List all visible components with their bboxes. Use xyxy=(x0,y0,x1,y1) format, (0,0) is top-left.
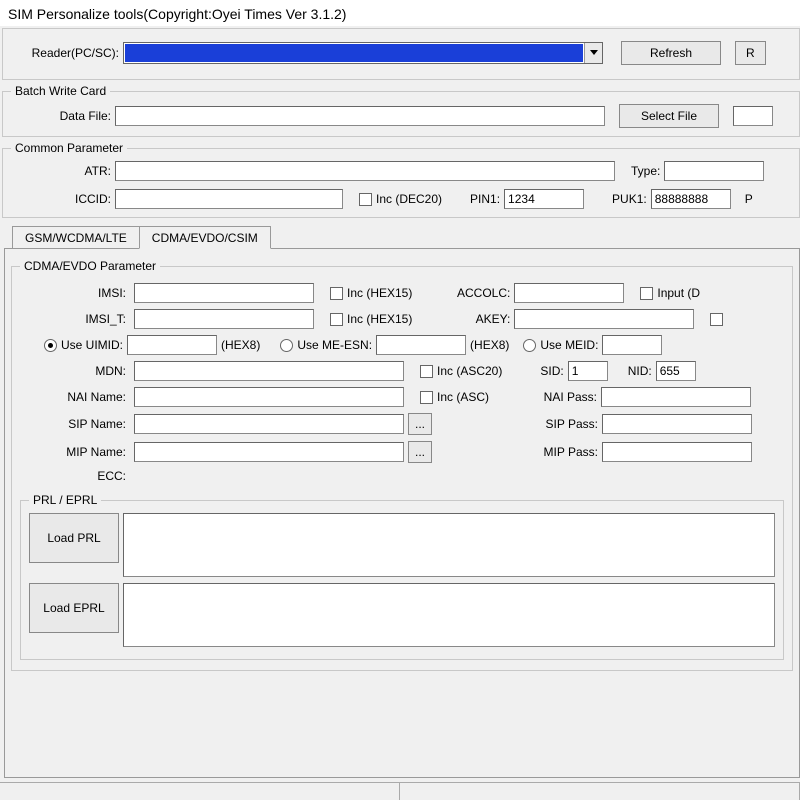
batch-write-group: Batch Write Card Data File: Select File xyxy=(2,84,800,137)
mdn-label: MDN: xyxy=(20,364,130,378)
sip-browse-button[interactable]: ... xyxy=(408,413,432,435)
sid-input[interactable] xyxy=(568,361,608,381)
pin1-input[interactable] xyxy=(504,189,584,209)
tab-strip: GSM/WCDMA/LTE CDMA/EVDO/CSIM xyxy=(12,224,800,248)
akey-checkbox[interactable] xyxy=(710,313,723,326)
mdn-inc-checkbox[interactable] xyxy=(420,365,433,378)
nid-label: NID: xyxy=(628,364,652,378)
chevron-down-icon[interactable] xyxy=(584,43,602,63)
use-meid-radio[interactable] xyxy=(523,339,536,352)
partial-button-r[interactable]: R xyxy=(735,41,766,65)
common-legend: Common Parameter xyxy=(11,141,127,155)
imsi-inc-label: Inc (HEX15) xyxy=(347,286,412,300)
pin1-label: PIN1: xyxy=(470,192,500,206)
cdma-legend: CDMA/EVDO Parameter xyxy=(20,259,160,273)
sipname-label: SIP Name: xyxy=(20,417,130,431)
prl-group: PRL / EPRL Load PRL Load EPRL xyxy=(20,493,784,660)
select-file-button[interactable]: Select File xyxy=(619,104,719,128)
use-meid-label: Use MEID: xyxy=(540,338,598,352)
mdn-input[interactable] xyxy=(134,361,404,381)
iccid-input[interactable] xyxy=(115,189,343,209)
type-label: Type: xyxy=(631,164,660,178)
datafile-input[interactable] xyxy=(115,106,605,126)
accolc-input-label: Input (D xyxy=(657,286,700,300)
akey-input[interactable] xyxy=(514,309,694,329)
imsi-input[interactable] xyxy=(134,283,314,303)
type-field xyxy=(664,161,764,181)
reader-toolbar: Reader(PC/SC): Refresh R xyxy=(2,28,800,80)
meid-input[interactable] xyxy=(602,335,662,355)
naipass-label: NAI Pass: xyxy=(537,390,597,404)
tab-cdma[interactable]: CDMA/EVDO/CSIM xyxy=(139,226,271,249)
tab-gsm[interactable]: GSM/WCDMA/LTE xyxy=(12,226,140,248)
uimid-hint: (HEX8) xyxy=(221,338,260,352)
sippass-label: SIP Pass: xyxy=(538,417,598,431)
use-meesn-label: Use ME-ESN: xyxy=(297,338,372,352)
sid-label: SID: xyxy=(540,364,563,378)
sipname-input[interactable] xyxy=(134,414,404,434)
sippass-input[interactable] xyxy=(602,414,752,434)
tab-panel: CDMA/EVDO Parameter IMSI: Inc (HEX15) AC… xyxy=(4,248,800,778)
imsit-input[interactable] xyxy=(134,309,314,329)
puk1-label: PUK1: xyxy=(612,192,647,206)
nainame-label: NAI Name: xyxy=(20,390,130,404)
mip-browse-button[interactable]: ... xyxy=(408,441,432,463)
imsi-inc-checkbox[interactable] xyxy=(330,287,343,300)
refresh-button[interactable]: Refresh xyxy=(621,41,721,65)
status-bar xyxy=(0,782,800,800)
reader-dropdown[interactable] xyxy=(123,42,603,64)
prl-legend: PRL / EPRL xyxy=(29,493,101,507)
meesn-hint: (HEX8) xyxy=(470,338,509,352)
use-meesn-radio[interactable] xyxy=(280,339,293,352)
nainame-inc-checkbox[interactable] xyxy=(420,391,433,404)
atr-field xyxy=(115,161,615,181)
eprl-textarea[interactable] xyxy=(123,583,775,647)
datafile-label: Data File: xyxy=(11,109,111,123)
atr-label: ATR: xyxy=(11,164,111,178)
imsit-label: IMSI_T: xyxy=(20,312,130,326)
nid-input[interactable] xyxy=(656,361,696,381)
accolc-label: ACCOLC: xyxy=(450,286,510,300)
reader-label: Reader(PC/SC): xyxy=(11,46,119,60)
accolc-input-checkbox[interactable] xyxy=(640,287,653,300)
reader-selection xyxy=(125,44,583,62)
naipass-input[interactable] xyxy=(601,387,751,407)
mippass-input[interactable] xyxy=(602,442,752,462)
batch-extra-input[interactable] xyxy=(733,106,773,126)
nainame-input[interactable] xyxy=(134,387,404,407)
use-uimid-label: Use UIMID: xyxy=(61,338,123,352)
batch-legend: Batch Write Card xyxy=(11,84,110,98)
mdn-inc-label: Inc (ASC20) xyxy=(437,364,502,378)
cdma-parameter-group: CDMA/EVDO Parameter IMSI: Inc (HEX15) AC… xyxy=(11,259,793,671)
uimid-input[interactable] xyxy=(127,335,217,355)
ecc-label: ECC: xyxy=(20,469,130,483)
mippass-label: MIP Pass: xyxy=(538,445,598,459)
mipname-label: MIP Name: xyxy=(20,445,130,459)
imsit-inc-label: Inc (HEX15) xyxy=(347,312,412,326)
prl-textarea[interactable] xyxy=(123,513,775,577)
load-prl-button[interactable]: Load PRL xyxy=(29,513,119,563)
iccid-inc-label: Inc (DEC20) xyxy=(376,192,442,206)
iccid-inc-checkbox[interactable] xyxy=(359,193,372,206)
iccid-label: ICCID: xyxy=(11,192,111,206)
status-cell-2 xyxy=(400,783,800,800)
common-parameter-group: Common Parameter ATR: Type: ICCID: Inc (… xyxy=(2,141,800,218)
meesn-input[interactable] xyxy=(376,335,466,355)
accolc-input[interactable] xyxy=(514,283,624,303)
load-eprl-button[interactable]: Load EPRL xyxy=(29,583,119,633)
imsi-label: IMSI: xyxy=(20,286,130,300)
status-cell-1 xyxy=(0,783,400,800)
window-title: SIM Personalize tools(Copyright:Oyei Tim… xyxy=(0,0,800,26)
akey-label: AKEY: xyxy=(450,312,510,326)
imsit-inc-checkbox[interactable] xyxy=(330,313,343,326)
trailing-p-label: P xyxy=(745,192,753,206)
nainame-inc-label: Inc (ASC) xyxy=(437,390,489,404)
puk1-input[interactable] xyxy=(651,189,731,209)
use-uimid-radio[interactable] xyxy=(44,339,57,352)
mipname-input[interactable] xyxy=(134,442,404,462)
